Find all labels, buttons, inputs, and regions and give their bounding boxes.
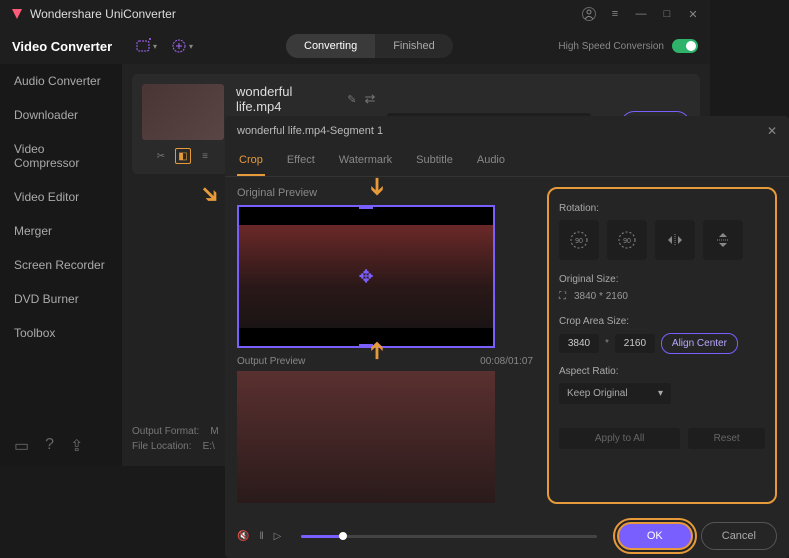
app-title: Wondershare UniConverter — [30, 7, 176, 21]
play-pause-icon[interactable]: ‖ — [259, 531, 263, 542]
tab-watermark[interactable]: Watermark — [337, 146, 394, 176]
svg-text:90: 90 — [623, 238, 631, 245]
crop-icon[interactable]: ◧ — [175, 148, 191, 164]
tab-finished[interactable]: Finished — [375, 34, 453, 58]
seek-slider[interactable] — [301, 535, 597, 538]
output-preview-label: Output Preview — [237, 356, 305, 367]
menu-icon[interactable]: ≡ — [608, 7, 622, 21]
add-folder-icon[interactable]: ▾ — [170, 34, 194, 58]
aspect-ratio-select[interactable]: Keep Original ▾ — [559, 383, 671, 404]
rotate-cw-button[interactable]: 90 — [607, 220, 647, 260]
hsc-toggle[interactable] — [672, 39, 698, 53]
crop-size-label: Crop Area Size: — [559, 316, 765, 327]
sidebar-item-editor[interactable]: Video Editor — [0, 180, 122, 214]
sidebar-item-audio[interactable]: Audio Converter — [0, 64, 122, 98]
crop-width-input[interactable] — [559, 334, 599, 353]
sidebar-item-dvd[interactable]: DVD Burner — [0, 282, 122, 316]
share-icon[interactable]: ⇪ — [70, 436, 83, 456]
minimize-icon[interactable]: — — [634, 7, 648, 21]
sidebar: Audio Converter Downloader Video Compres… — [0, 64, 122, 466]
tutorial-arrow-icon: ➔ — [363, 340, 392, 360]
hsc-label: High Speed Conversion — [558, 41, 664, 52]
list-icon[interactable]: ≡ — [197, 148, 213, 164]
original-preview[interactable]: ✥ — [237, 205, 495, 348]
toolbar: Video Converter ▾ ▾ Converting Finished … — [0, 28, 710, 64]
crop-height-input[interactable] — [615, 334, 655, 353]
dialog-title: wonderful life.mp4-Segment 1 — [237, 125, 383, 137]
tab-crop[interactable]: Crop — [237, 146, 265, 176]
media-thumbnail[interactable] — [142, 84, 224, 140]
sidebar-item-compressor[interactable]: Video Compressor — [0, 132, 122, 180]
add-file-icon[interactable]: ▾ — [134, 34, 158, 58]
tab-converting[interactable]: Converting — [286, 34, 375, 58]
flip-horizontal-button[interactable] — [655, 220, 695, 260]
logo-icon — [10, 7, 24, 21]
footer-info: Output Format: M File Location: E:\ — [132, 426, 219, 456]
edit-title-icon[interactable]: ✎ — [347, 93, 356, 106]
titlebar: Wondershare UniConverter ≡ — □ ✕ — [0, 0, 710, 28]
tab-subtitle[interactable]: Subtitle — [414, 146, 455, 176]
account-icon[interactable] — [582, 7, 596, 21]
time-display: 00:08/01:07 — [480, 356, 533, 367]
flip-vertical-button[interactable] — [703, 220, 743, 260]
crop-handle-top[interactable] — [359, 205, 373, 209]
reset-button[interactable]: Reset — [688, 428, 765, 449]
sidebar-item-toolbox[interactable]: Toolbox — [0, 316, 122, 350]
aspect-ratio-label: Aspect Ratio: — [559, 366, 765, 377]
sidebar-item-downloader[interactable]: Downloader — [0, 98, 122, 132]
editor-dialog: wonderful life.mp4-Segment 1 ✕ Crop Effe… — [225, 116, 789, 558]
next-frame-icon[interactable]: ▷ — [274, 531, 282, 542]
help-icon[interactable]: ? — [45, 436, 54, 456]
trim-icon[interactable]: ✂ — [153, 148, 169, 164]
move-icon[interactable]: ✥ — [358, 266, 373, 287]
close-icon[interactable]: ✕ — [686, 7, 700, 21]
shuffle-icon[interactable]: ⇄ — [365, 91, 376, 107]
output-preview — [237, 371, 495, 503]
tab-effect[interactable]: Effect — [285, 146, 317, 176]
align-center-button[interactable]: Align Center — [661, 333, 738, 354]
ok-button[interactable]: OK — [617, 522, 693, 550]
crop-controls-panel: Rotation: 90 90 Original Size: ⛶ 3840 * … — [547, 187, 777, 504]
rotate-ccw-button[interactable]: 90 — [559, 220, 599, 260]
cancel-button[interactable]: Cancel — [701, 522, 777, 550]
maximize-icon[interactable]: □ — [660, 7, 674, 21]
original-size-label: Original Size: — [559, 274, 765, 285]
chevron-down-icon: ▾ — [658, 388, 663, 399]
svg-text:90: 90 — [575, 238, 583, 245]
tutorial-arrow-icon: ➔ — [363, 176, 392, 196]
library-icon[interactable]: ▭ — [14, 436, 29, 456]
dialog-close-icon[interactable]: ✕ — [767, 124, 777, 138]
apply-to-all-button[interactable]: Apply to All — [559, 428, 680, 449]
status-tabs: Converting Finished — [286, 34, 453, 58]
expand-icon: ⛶ — [559, 291, 566, 302]
original-size-value: 3840 * 2160 — [574, 291, 628, 302]
editor-tabs: Crop Effect Watermark Subtitle Audio — [225, 146, 789, 177]
app-logo: Wondershare UniConverter — [10, 7, 176, 21]
rotation-label: Rotation: — [559, 203, 765, 214]
volume-icon[interactable]: 🔇 — [237, 531, 249, 542]
tab-audio[interactable]: Audio — [475, 146, 507, 176]
sidebar-item-merger[interactable]: Merger — [0, 214, 122, 248]
sidebar-header[interactable]: Video Converter — [12, 39, 122, 54]
media-title: wonderful life.mp4 — [236, 84, 339, 114]
sidebar-item-recorder[interactable]: Screen Recorder — [0, 248, 122, 282]
